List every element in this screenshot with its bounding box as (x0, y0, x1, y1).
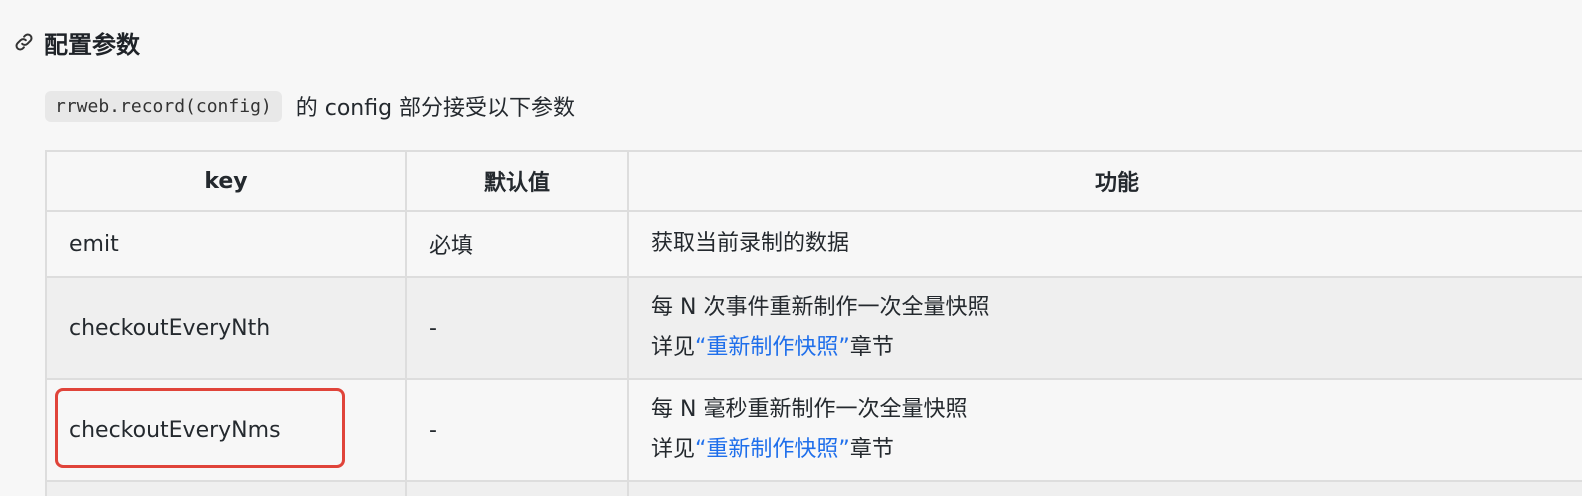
inline-code: rrweb.record(config) (45, 90, 282, 122)
cell-desc: 每 N 毫秒重新制作一次全量快照 详见“重新制作快照”章节 (627, 378, 1582, 482)
intro-text: 的 config 部分接受以下参数 (295, 96, 576, 121)
cell-key: emit (45, 210, 407, 278)
see-also-prefix: 详见 (651, 335, 696, 360)
section-heading: 配置参数 (12, 22, 140, 62)
header-default: 默认值 (405, 150, 629, 212)
table-header-row: key 默认值 功能 (45, 150, 1582, 212)
link-icon[interactable] (12, 30, 36, 54)
cell-default (405, 480, 629, 496)
desc-see-also: 详见“重新制作快照”章节 (651, 430, 1582, 470)
doc-page: 配置参数 rrweb.record(config) 的 config 部分接受以… (0, 0, 1582, 496)
table-row-partial (45, 480, 1582, 496)
cell-key (45, 480, 407, 496)
see-also-prefix: 详见 (651, 437, 696, 462)
table-row: checkoutEveryNth - 每 N 次事件重新制作一次全量快照 详见“… (45, 276, 1582, 380)
snapshot-section-link[interactable]: “重新制作快照” (695, 335, 850, 360)
see-also-suffix: 章节 (849, 437, 894, 462)
snapshot-section-link[interactable]: “重新制作快照” (695, 437, 850, 462)
table-row: checkoutEveryNms - 每 N 毫秒重新制作一次全量快照 详见“重… (45, 378, 1582, 482)
header-key: key (45, 150, 407, 212)
see-also-suffix: 章节 (849, 335, 894, 360)
desc-line: 每 N 毫秒重新制作一次全量快照 (651, 397, 968, 422)
desc-see-also: 详见“重新制作快照”章节 (651, 328, 1582, 368)
cell-desc: 获取当前录制的数据 (627, 210, 1582, 278)
section-title: 配置参数 (44, 30, 140, 59)
cell-key: checkoutEveryNth (45, 276, 407, 380)
cell-desc: 每 N 次事件重新制作一次全量快照 详见“重新制作快照”章节 (627, 276, 1582, 380)
desc-line: 每 N 次事件重新制作一次全量快照 (651, 295, 990, 320)
header-function: 功能 (627, 150, 1582, 212)
cell-desc (627, 480, 1582, 496)
table-row: emit 必填 获取当前录制的数据 (45, 210, 1582, 278)
config-params-table: key 默认值 功能 emit 必填 获取当前录制的数据 checkoutEve… (45, 150, 1582, 496)
cell-default: - (405, 276, 629, 380)
desc-line: 获取当前录制的数据 (651, 231, 850, 256)
cell-default: - (405, 378, 629, 482)
intro-paragraph: rrweb.record(config) 的 config 部分接受以下参数 (45, 86, 575, 126)
cell-default: 必填 (405, 210, 629, 278)
cell-key: checkoutEveryNms (45, 378, 407, 482)
